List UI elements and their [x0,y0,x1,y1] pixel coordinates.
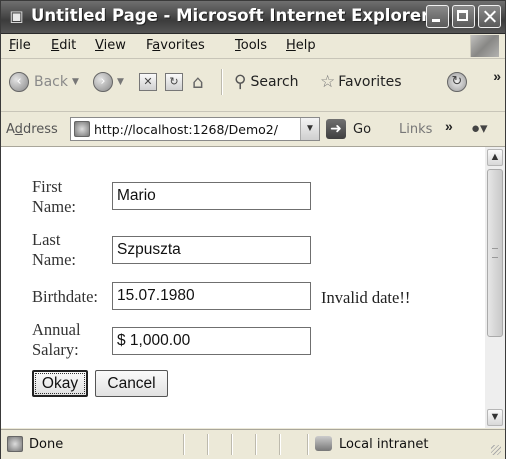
go-button[interactable]: ➜ Go [326,118,371,140]
browser-window: ▣ Untitled Page - Microsoft Internet Exp… [0,0,506,459]
menu-bar: File Edit View Favorites Tools Help [1,34,505,59]
address-label-rest: dress [22,122,58,137]
standard-toolbar: ‹ Back ▼ › ▼ ✕ ↻ ⌂ ⚲ Search ☆ Favorites … [1,59,505,112]
address-label: Address [6,122,58,137]
menu-view[interactable]: View [95,38,126,53]
go-arrow-icon: ➜ [326,119,346,139]
messenger-icon[interactable]: ●▾ [471,119,488,137]
menu-file-rest: ile [15,38,31,53]
last-name-label-line1: Last [32,230,61,249]
back-arrow-icon: ‹ [9,72,29,92]
salary-label-line2: Salary: [32,340,79,359]
scrollbar-grip-icon [492,248,498,258]
scrollbar-thumb[interactable] [487,169,503,337]
first-name-label-line1: First [32,177,63,196]
menu-help[interactable]: Help [286,38,316,53]
salary-label: Annual Salary: [32,320,81,360]
menu-favorites[interactable]: Favorites [146,38,205,53]
last-name-label-line2: Name: [32,250,76,269]
last-name-label: Last Name: [32,230,76,270]
toolbar-chevron-icon[interactable]: » [493,68,501,84]
address-label-pre: A [6,122,15,137]
status-pane-divider [183,434,185,455]
go-label: Go [353,121,372,137]
page-icon [74,121,90,137]
ie-app-icon[interactable]: ▣ [8,8,25,25]
menu-edit[interactable]: Edit [51,38,76,53]
stop-icon: ✕ [139,73,157,91]
cancel-button[interactable]: Cancel [95,370,168,397]
status-pane-divider [207,434,209,455]
menu-view-rest: iew [103,38,126,53]
maximize-button[interactable] [452,5,475,28]
title-bar: ▣ Untitled Page - Microsoft Internet Exp… [1,1,505,34]
menu-tools-rest: ools [240,38,268,53]
menu-tools[interactable]: Tools [235,38,267,53]
refresh-icon: ↻ [165,73,183,91]
links-button[interactable]: Links [399,122,432,137]
history-icon: ↻ [447,72,467,92]
scroll-up-button[interactable]: ▲ [487,149,503,166]
menu-help-rest: elp [295,38,316,53]
search-button[interactable]: ⚲ Search [234,67,299,97]
back-dropdown-icon[interactable]: ▼ [72,77,79,87]
forward-button[interactable]: › ▼ [93,67,124,97]
menu-file[interactable]: File [9,38,31,53]
forward-arrow-icon: › [93,72,113,92]
page-status-icon [7,436,23,452]
stop-button[interactable]: ✕ [139,67,157,97]
resize-grip-icon[interactable] [491,445,501,455]
address-dropdown-icon[interactable]: ▼ [300,118,319,140]
first-name-input[interactable] [112,182,311,210]
address-label-key: d [14,122,23,137]
window-title: Untitled Page - Microsoft Internet Explo… [31,6,430,25]
search-icon: ⚲ [234,72,247,92]
history-button[interactable]: ↻ [447,67,467,97]
toolbar-separator [221,69,223,95]
okay-button[interactable]: Okay [32,370,88,397]
first-name-label: First Name: [32,177,76,217]
back-button[interactable]: ‹ Back ▼ [9,67,79,97]
close-button[interactable] [478,5,501,28]
status-pane-divider [279,434,281,455]
address-url: http://localhost:1268/Demo2/ [94,121,278,137]
menu-edit-key: E [51,38,60,53]
salary-input[interactable] [112,327,311,355]
status-text: Done [29,437,64,452]
menu-view-key: V [95,38,104,53]
salary-label-line1: Annual [32,320,81,339]
menu-help-key: H [286,38,296,53]
last-name-input[interactable] [112,236,311,264]
birthdate-label: Birthdate: [32,287,98,306]
security-zone-text: Local intranet [339,437,429,452]
favorites-button[interactable]: ☆ Favorites [320,67,402,97]
intranet-zone-icon [315,436,332,451]
page-content: First Name: Last Name: Birthdate: Invali… [1,147,485,428]
favorites-label: Favorites [338,74,402,90]
scroll-down-button[interactable]: ▼ [487,409,503,426]
birthdate-error-message: Invalid date!! [321,288,411,307]
address-input[interactable]: http://localhost:1268/Demo2/ ▼ [70,117,320,141]
status-pane-divider [231,434,233,455]
refresh-button[interactable]: ↻ [165,67,183,97]
star-icon: ☆ [320,72,336,92]
first-name-label-line2: Name: [32,197,76,216]
forward-dropdown-icon[interactable]: ▼ [117,77,124,87]
status-bar: Done Local intranet [1,429,505,459]
birthdate-input[interactable] [112,282,311,310]
menu-edit-rest: dit [59,38,77,53]
address-bar: Address http://localhost:1268/Demo2/ ▼ ➜… [1,112,505,147]
vertical-scrollbar[interactable]: ▲ ▼ [485,147,505,428]
windows-flag-logo [470,35,499,57]
home-button[interactable]: ⌂ [192,67,203,97]
links-chevron-icon[interactable]: » [445,118,453,134]
status-pane-divider [307,434,309,455]
home-icon: ⌂ [192,71,204,93]
back-label: Back [34,74,68,90]
minimize-button[interactable] [426,5,449,28]
status-pane-divider [255,434,257,455]
search-label: Search [250,74,299,90]
menu-favorites-rest: vorites [160,38,205,53]
